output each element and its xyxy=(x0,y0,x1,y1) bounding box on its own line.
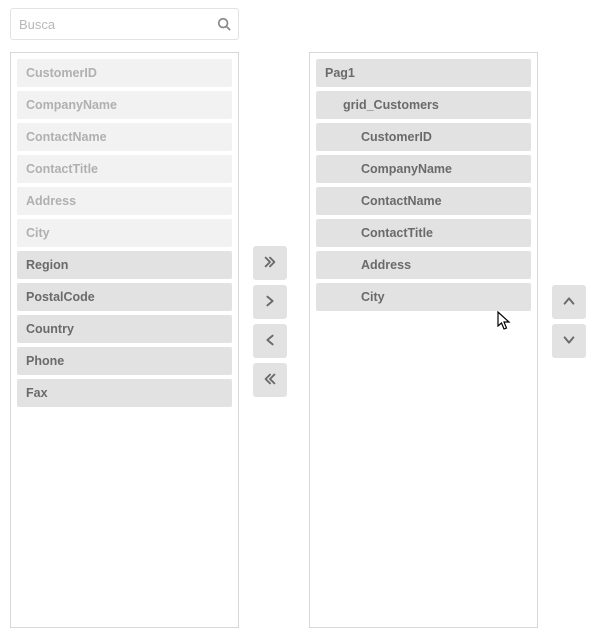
available-field-item[interactable]: Address xyxy=(17,187,232,215)
available-field-item[interactable]: ContactName xyxy=(17,123,232,151)
add-one-button[interactable] xyxy=(253,285,287,319)
search-input[interactable] xyxy=(11,17,210,32)
available-field-item[interactable]: Fax xyxy=(17,379,232,407)
selected-field-item[interactable]: Address xyxy=(316,251,531,279)
angle-down-icon xyxy=(562,333,576,350)
selected-field-item[interactable]: ContactTitle xyxy=(316,219,531,247)
angles-left-icon xyxy=(263,372,277,389)
remove-all-button[interactable] xyxy=(253,363,287,397)
selected-field-item[interactable]: Pag1 xyxy=(316,59,531,87)
angle-up-icon xyxy=(562,294,576,311)
available-field-item[interactable]: PostalCode xyxy=(17,283,232,311)
available-field-item[interactable]: Phone xyxy=(17,347,232,375)
available-fields-panel: CustomerID CompanyName ContactName ContactT… xyxy=(10,52,239,628)
available-field-item[interactable]: CompanyName xyxy=(17,91,232,119)
remove-one-button[interactable] xyxy=(253,324,287,358)
selected-fields-panel: Pag1 grid_Customers CustomerID CompanyName C… xyxy=(309,52,538,628)
available-field-item[interactable]: City xyxy=(17,219,232,247)
angles-right-icon xyxy=(263,255,277,272)
selected-field-item[interactable]: grid_Customers xyxy=(316,91,531,119)
available-field-item[interactable]: CustomerID xyxy=(17,59,232,87)
search-icon[interactable] xyxy=(210,17,238,31)
available-field-item[interactable]: Country xyxy=(17,315,232,343)
selected-field-item[interactable]: CompanyName xyxy=(316,155,531,183)
selected-field-item[interactable]: CustomerID xyxy=(316,123,531,151)
angle-right-icon xyxy=(263,294,277,311)
selected-field-item[interactable]: ContactName xyxy=(316,187,531,215)
available-field-item[interactable]: ContactTitle xyxy=(17,155,232,183)
add-all-button[interactable] xyxy=(253,246,287,280)
angle-left-icon xyxy=(263,333,277,350)
search-box xyxy=(10,8,239,40)
move-up-button[interactable] xyxy=(552,285,586,319)
available-field-item[interactable]: Region xyxy=(17,251,232,279)
selected-field-item[interactable]: City xyxy=(316,283,531,311)
move-down-button[interactable] xyxy=(552,324,586,358)
